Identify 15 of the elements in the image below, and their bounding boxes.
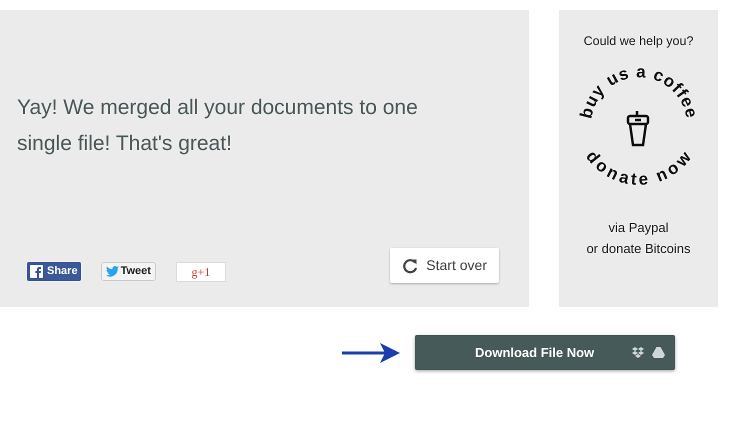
start-over-button[interactable]: Start over: [390, 248, 499, 283]
donate-text: via Paypal: [608, 218, 668, 237]
tweet-button[interactable]: Tweet: [100, 262, 156, 281]
bird-icon: [106, 266, 119, 277]
success-message: Yay! We merged all your documents to one single file! That's great!: [17, 95, 419, 157]
arrow-icon: [342, 342, 402, 364]
download-button[interactable]: Download File Now: [415, 335, 675, 370]
coffee-cup-icon: [626, 110, 649, 146]
refresh-icon: [402, 258, 418, 274]
facebook-icon: [30, 265, 43, 278]
facebook-share-button[interactable]: Share: [27, 262, 81, 281]
google-plus-button[interactable]: g+1: [176, 262, 226, 282]
box-icon: [632, 347, 644, 358]
help-title: Could we help you?: [584, 33, 694, 50]
donate-text: or donate Bitcoins: [586, 240, 691, 258]
